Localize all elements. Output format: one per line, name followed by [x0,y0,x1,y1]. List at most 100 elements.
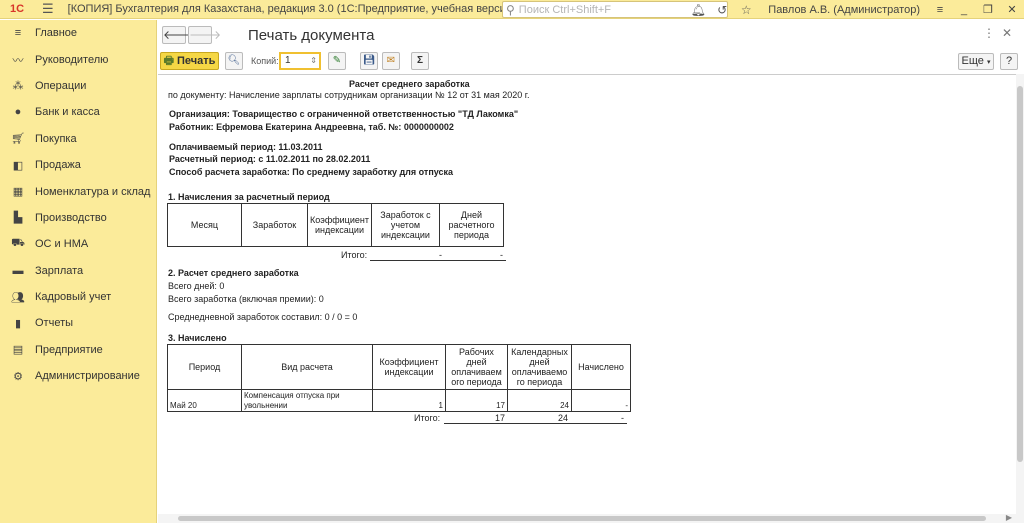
sidebar-item-label: Банк и касса [35,106,100,119]
doc-reference: по документу: Начисление зарплаты сотруд… [168,90,530,100]
print-toolbar: 🖶 Печать 🔍︎ Копий: 1 ⇕ ✎ 💾︎ ✉ Σ Еще ▾ ? [158,50,1024,72]
more-dots-icon[interactable]: ⋮ [980,26,998,40]
more-menu-button[interactable]: Еще ▾ [958,53,994,70]
print-button-label: Печать [176,55,216,67]
list-icon: ≡ [14,27,22,40]
sidebar-item-assets[interactable]: ⛟ ОС и НМА [0,231,156,257]
sidebar-item-bank[interactable]: ● Банк и касса [0,99,156,125]
cell-work-days: 17 [445,389,508,412]
table-header-row: Период Вид расчета Коэффициент индексаци… [167,344,631,390]
sidebar-item-enterprise[interactable]: ▤ Предприятие [0,337,156,363]
section1-total-underline [370,260,506,261]
scroll-thumb[interactable] [178,516,986,521]
warehouse-icon: ▦ [12,186,24,199]
gear-icon: ⚙ [13,370,23,383]
print-button[interactable]: 🖶 Печать [160,52,219,70]
save-button[interactable]: 💾︎ [360,52,378,70]
section1-total-indexed: - [439,250,442,260]
sidebar-item-label: Номенклатура и склад [35,185,151,198]
report-title: Расчет среднего заработка [349,79,470,89]
vertical-scrollbar[interactable] [1016,74,1024,514]
section3-total-accrued: - [621,413,624,423]
close-button[interactable]: ✕ [1000,3,1024,16]
salary-icon: ▬ [12,264,24,277]
sidebar-item-production[interactable]: ▙ Производство [0,205,156,231]
sections-sidebar: ≡ Главное 〰 Руководителю ⁂ Операции ● Банк и… [0,20,157,523]
cart-icon: 🛒︎ [11,133,25,146]
sidebar-item-operations[interactable]: ⁂ Операции [0,73,156,99]
sidebar-item-purchase[interactable]: 🛒︎ Покупка [0,126,156,152]
section1-title: 1. Начисления за расчетный период [168,192,330,202]
sidebar-item-main[interactable]: ≡ Главное [0,20,156,46]
printer-icon: 🖶 [163,54,174,67]
sidebar-item-salary[interactable]: ▬ Зарплата [0,258,156,284]
sidebar-item-sales[interactable]: ◧ Продажа [0,152,156,178]
window-settings-icon[interactable]: ≡ [928,4,952,16]
sidebar-item-admin[interactable]: ⚙ Администрирование [0,363,156,389]
bank-icon: ● [14,106,22,119]
current-user[interactable]: Павлов А.В. (Администратор) [768,4,920,16]
sidebar-item-label: Главное [35,27,78,40]
edit-button[interactable]: ✎ [328,52,346,70]
reports-icon: ▮ [14,317,22,330]
forward-button[interactable]: 🡒 [188,26,221,44]
send-email-button[interactable]: ✉ [382,52,400,70]
floppy-icon: 💾︎ [362,55,376,66]
sidebar-item-label: Покупка [35,132,77,145]
col-days: Дней расчетного периода [438,203,504,247]
section2-title: 2. Расчет среднего заработка [168,268,299,278]
col-period: Период [167,344,242,390]
hamburger-menu-icon[interactable]: ☰ [42,1,54,17]
sidebar-item-reports[interactable]: ▮ Отчеты [0,310,156,336]
restore-button[interactable]: ❐ [976,3,1000,16]
back-button[interactable]: 🡐 [162,26,195,44]
envelope-icon: ✉ [386,55,396,66]
total-days-line: Всего дней: 0 [168,281,225,291]
organization-line: Организация: Товарищество с ограниченной… [169,109,519,119]
enterprise-icon: ▤ [12,344,24,357]
sidebar-item-manager[interactable]: 〰 Руководителю [0,46,156,72]
copies-input[interactable]: 1 ⇕ [279,52,321,70]
col-coef: Коэффициент индексации [372,344,446,390]
col-calc-type: Вид расчета [241,344,373,390]
section3-title: 3. Начислено [168,333,227,343]
preview-button[interactable]: 🔍︎ [225,52,243,70]
operations-icon: ⁂ [12,80,24,93]
col-earnings: Заработок [241,203,308,247]
page-title: Печать документа [248,27,375,44]
sum-button[interactable]: Σ [411,52,429,70]
arrow-right-icon: 🡒 [189,28,222,42]
copies-label: Копий: [251,56,279,66]
bell-icon[interactable]: 🔔︎ [686,3,710,17]
cell-accrued: - [571,389,631,412]
horizontal-scrollbar[interactable]: ▶ [158,513,1024,523]
sigma-icon: Σ [416,55,423,66]
minimize-button[interactable]: _ [952,4,976,16]
more-label: Еще [961,55,984,67]
chart-line-icon: 〰 [12,54,24,67]
col-work-days: Рабочих дней оплачиваем ого периода [445,344,508,390]
close-form-icon[interactable]: ✕ [998,26,1016,40]
sidebar-item-label: Зарплата [35,264,84,277]
sidebar-item-label: Производство [35,211,107,224]
header-actions: ⋮ ✕ [980,26,1016,40]
favorites-star-icon[interactable]: ☆ [734,3,758,17]
sidebar-item-hr[interactable]: 👥︎ Кадровый учет [0,284,156,310]
help-button[interactable]: ? [1000,53,1018,70]
stepper-icon[interactable]: ⇕ [310,54,317,68]
sidebar-item-label: Операции [35,79,87,92]
total-earnings-line: Всего заработка (включая премии): 0 [168,294,324,304]
spreadsheet-document[interactable]: Расчет среднего заработка по документу: … [158,74,1016,514]
accrued-table: Период Вид расчета Коэффициент индексаци… [167,344,631,412]
truck-icon: ⛟ [11,237,25,250]
employee-line: Работник: Ефремова Екатерина Андреевна, … [169,122,454,132]
scroll-thumb[interactable] [1017,86,1023,462]
history-icon[interactable]: ↺ [710,3,734,17]
scroll-right-arrow-icon[interactable]: ▶ [1006,513,1012,522]
col-month: Месяц [167,203,242,247]
cell-cal-days: 24 [507,389,572,412]
cell-calc-type: Компенсация отпуска при увольнении [241,389,373,412]
search-icon: ⚲ [506,2,515,17]
section1-total-label: Итого: [341,250,368,260]
sidebar-item-warehouse[interactable]: ▦ Номенклатура и склад [0,178,156,204]
